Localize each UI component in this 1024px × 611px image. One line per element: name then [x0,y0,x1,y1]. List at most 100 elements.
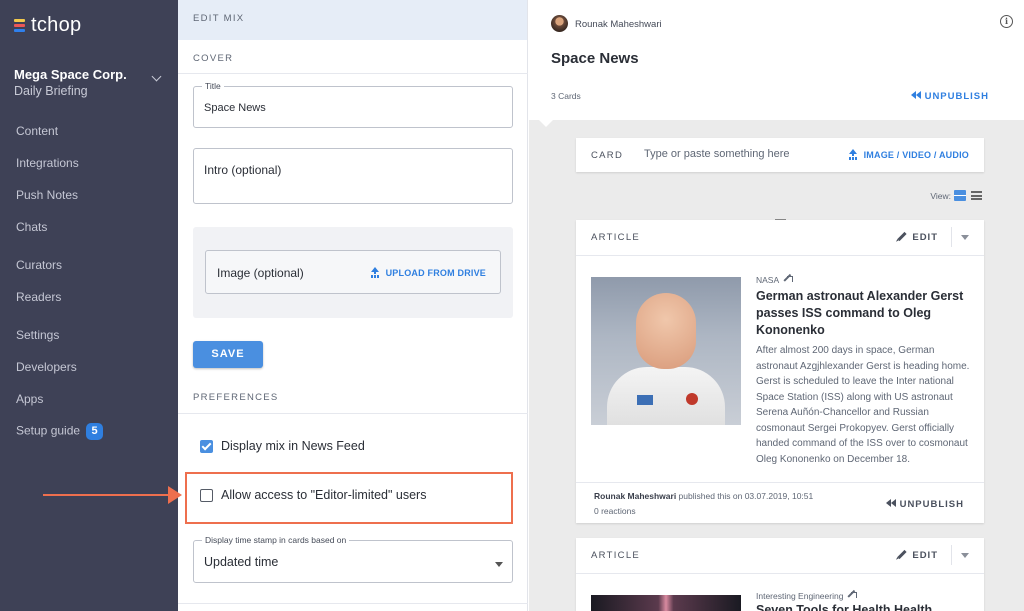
divider [951,545,952,565]
reactions-count: 0 reactions [594,506,636,516]
preview-title: Space News [551,50,639,67]
unpublish-mix-button[interactable]: UNPUBLISH [910,91,989,102]
mix-preview-panel: Rounak Maheshwari i Space News 3 Cards U… [529,0,1024,611]
panel-header: EDIT MIX [178,0,527,40]
article-card: ARTICLE EDIT NASA German astronaut Alexa… [576,220,984,523]
unpublish-label: UNPUBLISH [899,499,964,510]
list-view-icon[interactable] [971,191,982,200]
image-field[interactable]: Image (optional) UPLOAD FROM DRIVE [205,250,501,294]
edit-label: EDIT [912,550,938,561]
sidebar-item-integrations[interactable]: Integrations [16,156,79,170]
org-switcher[interactable]: Mega Space Corp. Daily Briefing [14,67,164,98]
timestamp-select-value: Updated time [204,555,279,569]
title-field-legend: Title [202,81,224,91]
upload-icon [848,149,858,159]
media-label: IMAGE / VIDEO / AUDIO [863,150,969,160]
divider [576,573,984,574]
article-type-label: ARTICLE [591,550,641,561]
grid-view-icon[interactable] [954,190,966,201]
unpublish-label: UNPUBLISH [924,91,989,102]
article-image [591,277,741,425]
view-switcher: View: [930,190,982,201]
sidebar-item-setup-guide[interactable]: Setup guide 5 [16,423,104,440]
sidebar-item-readers[interactable]: Readers [16,290,61,304]
sidebar-item-apps[interactable]: Apps [16,392,43,406]
image-upload-area: Image (optional) UPLOAD FROM DRIVE [193,227,513,318]
article-headline[interactable]: Seven Tools for Health Health [756,603,974,611]
article-card: ARTICLE EDIT Interesting Engineering Sev… [576,538,984,611]
article-source-name: NASA [756,275,780,285]
card-composer: CARD Type or paste something here IMAGE … [576,138,984,172]
article-image [591,595,741,611]
setup-guide-badge: 5 [86,423,104,440]
checkbox-checked-icon[interactable] [200,439,213,453]
article-source-name: Interesting Engineering [756,591,844,601]
timestamp-select[interactable]: Display time stamp in cards based on Upd… [193,535,513,583]
double-arrow-left-icon [910,91,921,102]
sidebar-item-curators[interactable]: Curators [16,258,62,272]
title-field[interactable]: Title Space News [193,81,513,128]
tchop-logo-icon [14,19,25,32]
divider [576,255,984,256]
caret-down-icon[interactable] [961,235,969,240]
article-headline[interactable]: German astronaut Alexander Gerst passes … [756,288,974,339]
unpublish-card-button[interactable]: UNPUBLISH [885,499,964,510]
preview-header: Rounak Maheshwari i Space News 3 Cards U… [529,0,1024,120]
sidebar: tchop Mega Space Corp. Daily Briefing Co… [0,0,178,611]
sidebar-item-content[interactable]: Content [16,124,58,138]
timestamp-select-legend: Display time stamp in cards based on [202,535,350,545]
card-count: 3 Cards [551,91,581,101]
logo-text: tchop [31,14,82,36]
edit-card-button[interactable]: EDIT [897,231,938,243]
article-type-label: ARTICLE [591,232,641,243]
intro-field[interactable]: Intro (optional) [193,148,513,204]
article-source[interactable]: NASA [756,275,794,285]
info-icon[interactable]: i [1000,15,1013,28]
sidebar-item-push-notes[interactable]: Push Notes [16,188,78,202]
divider [178,603,528,604]
notch [539,120,553,127]
caret-down-icon [495,562,503,567]
annotation-highlight-box [185,472,513,524]
article-source[interactable]: Interesting Engineering [756,591,858,601]
intro-placeholder[interactable]: Intro (optional) [204,163,281,177]
app-root: tchop Mega Space Corp. Daily Briefing Co… [0,0,1024,611]
sidebar-item-label: Setup guide [16,423,81,438]
org-name: Mega Space Corp. [14,67,127,82]
save-button[interactable]: SAVE [193,341,263,368]
upload-label: UPLOAD FROM DRIVE [385,268,486,278]
edit-card-button[interactable]: EDIT [897,549,938,561]
card-composer-input[interactable]: Type or paste something here [644,148,790,160]
author-name: Rounak Maheshwari [594,491,677,501]
org-subtitle: Daily Briefing [14,84,88,98]
display-in-feed-option[interactable]: Display mix in News Feed [200,439,365,453]
annotation-arrow-icon [43,486,182,504]
preview-user-name: Rounak Maheshwari [575,19,662,30]
display-in-feed-label: Display mix in News Feed [221,439,365,453]
preferences-section-label: PREFERENCES [193,392,279,403]
sidebar-item-chats[interactable]: Chats [16,220,47,234]
sidebar-item-settings[interactable]: Settings [16,328,59,342]
divider [576,482,984,483]
view-label: View: [930,190,951,201]
image-field-label: Image (optional) [217,266,304,280]
article-body: After almost 200 days in space, German a… [756,345,970,465]
title-input[interactable]: Space News [204,102,266,114]
edit-label: EDIT [912,232,938,243]
sidebar-item-developers[interactable]: Developers [16,360,77,374]
pencil-icon [897,549,907,560]
pencil-icon [897,231,907,242]
upload-from-drive-button[interactable]: UPLOAD FROM DRIVE [370,267,486,278]
image-video-audio-button[interactable]: IMAGE / VIDEO / AUDIO [848,149,969,160]
external-link-icon [848,592,858,600]
published-text: published this on 03.07.2019, 10:51 [676,491,814,501]
logo[interactable]: tchop [14,14,81,37]
divider [178,73,528,74]
external-link-icon [784,276,794,284]
card-label: CARD [591,150,624,161]
divider [951,227,952,247]
published-info: Rounak Maheshwari published this on 03.0… [594,491,813,501]
divider [178,413,528,414]
upload-icon [370,267,380,277]
caret-down-icon[interactable] [961,553,969,558]
